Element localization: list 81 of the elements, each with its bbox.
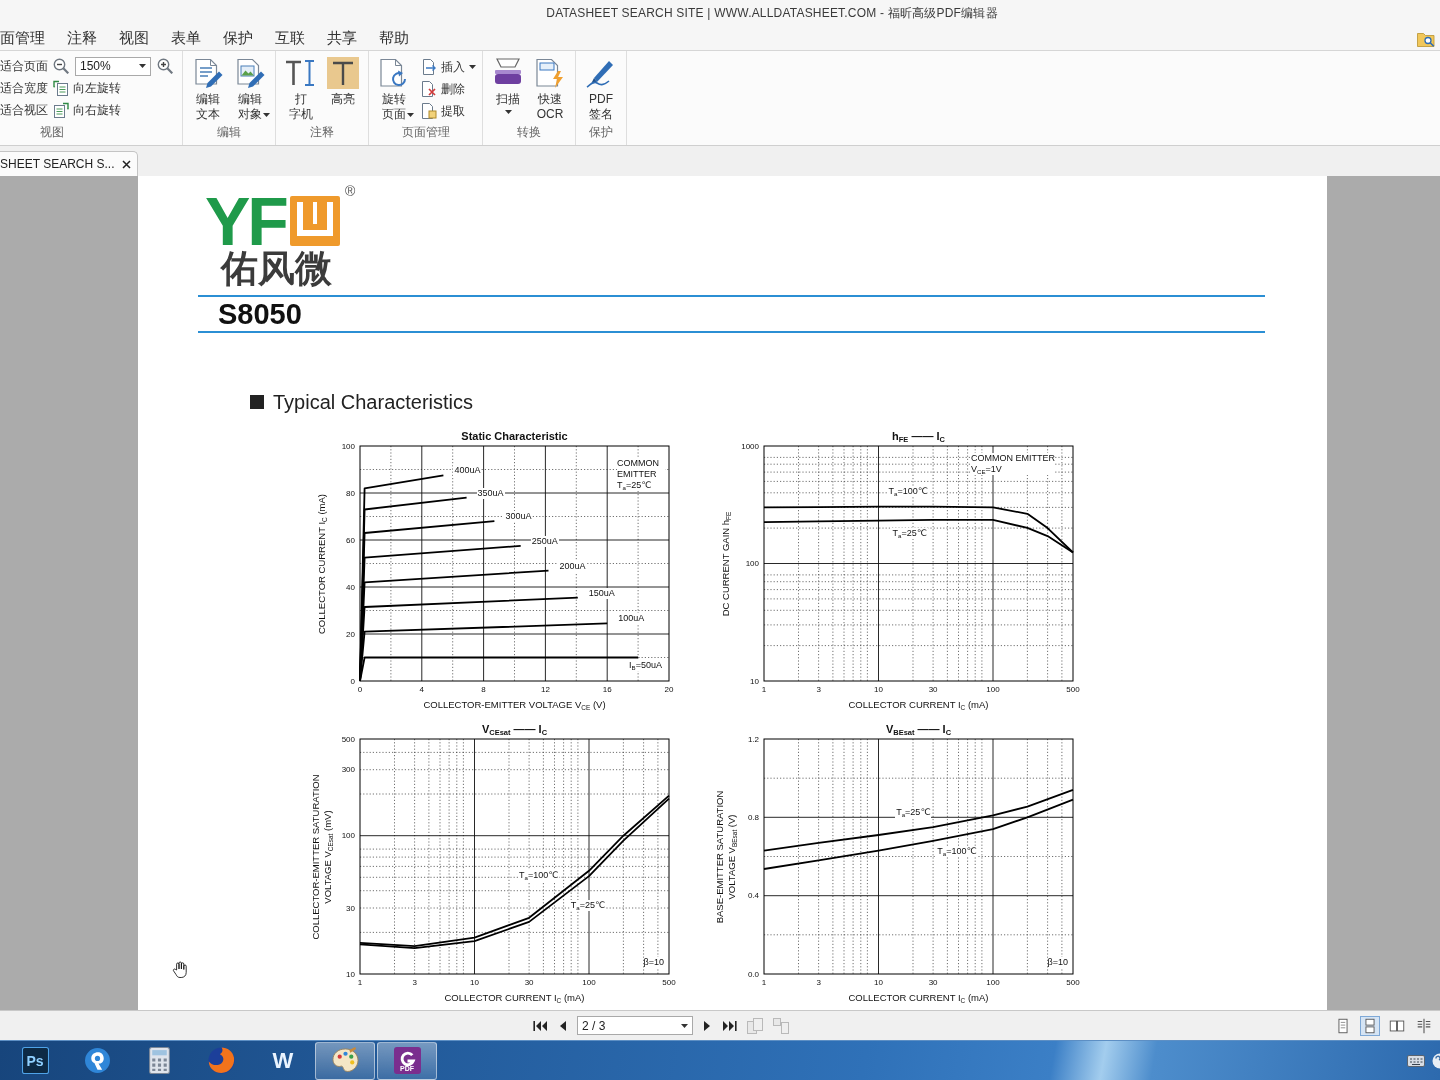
chart-title: V$_{BEsat}$ —— I$_{C}$ [884,722,953,736]
chart-annotation: β=10 [1047,957,1068,968]
curve-label: T$_{a}$=100℃ [887,486,929,498]
tick-label: 10 [874,685,883,694]
group-label: 编辑 [216,125,242,141]
tick-label: 10 [470,978,479,987]
axis-title: COLLECTOR CURRENT I$_{C}$ (mA) [847,699,990,711]
curve-label: T$_{a}$=100℃ [518,870,560,882]
tick-label: 30 [928,685,938,694]
tick-label: 500 [1066,685,1080,694]
tick-label: 30 [524,978,534,987]
chart-annotation: COMMON EMITTER [617,458,665,480]
tick-label: 60 [346,535,355,545]
tick-label: 1 [761,978,767,987]
curve-label: I$_{B}$=50uA [628,659,663,671]
tick-label: 3 [816,978,821,987]
registered-mark: ® [345,184,356,198]
tick-label: 10 [874,978,883,987]
axis-title: COLLECTOR-EMITTER VOLTAGE V$_{CE}$ (V) [422,699,607,711]
tick-label: 100 [582,978,596,987]
tick-label: 500 [341,734,355,744]
tick-label: 16 [602,685,612,694]
tick-label: 4 [419,685,425,694]
curve-label: T$_{a}$=25℃ [891,527,928,539]
axis-title: COLLECTOR CURRENT I$_{C}$ (mA) [847,992,990,1004]
chart-title: h$_{FE}$ —— I$_{C}$ [891,429,946,443]
tick-label: 80 [346,488,355,498]
tick-label: 0 [357,685,363,694]
curve-label: 150uA [587,587,616,599]
tick-label: 1000 [741,441,759,451]
window-title: DATASHEET SEARCH SITE | WWW.ALLDATASHEET.COM - 福昕高级PDF编辑器 [546,4,998,22]
tick-label: 0.4 [747,891,759,901]
logo-chinese-text: 佑风微 [221,248,333,290]
group-label: 保护 [588,125,614,141]
curve-label: 200uA [558,560,587,572]
section-heading: Typical Characteristics [273,390,474,414]
tick-label: 100 [745,559,759,568]
tick-label: 100 [986,685,1000,694]
axis-title: COLLECTOR CURRENT I$_{C}$ (mA) [443,992,586,1004]
tick-label: 3 [816,685,821,694]
tick-label: 500 [662,978,676,987]
tick-label: 0 [350,676,355,686]
chart-title: V$_{CEsat}$ —— I$_{C}$ [480,722,549,736]
tick-label: 8 [481,685,486,694]
chart-annotation: V$_{CE}$=1V [971,464,1055,475]
tick-label: 100 [341,831,355,841]
tick-label: 100 [341,441,355,451]
tick-label: 300 [341,765,355,775]
tick-label: 20 [346,629,355,639]
tick-label: 0.8 [747,812,759,822]
curve-label: 400uA [453,465,482,477]
curve-label: 250uA [530,535,559,547]
curve-label: 350uA [476,487,505,499]
tick-label: 30 [346,903,355,913]
curve-label: 100uA [617,613,646,625]
logo-text: YF [205,194,286,248]
tick-label: 10 [346,969,355,979]
chart-title: Static Characteristic [460,429,569,443]
group-label: 页面管理 [400,125,451,141]
tick-label: 1.2 [747,734,759,744]
tick-label: 3 [412,978,417,987]
group-label: 注释 [309,125,335,141]
curve-label: T$_{a}$=100℃ [936,846,978,858]
tick-label: 1 [761,685,767,694]
tick-label: 500 [1066,978,1080,987]
tick-label: 10 [750,676,759,686]
curve-label: 300uA [504,511,533,523]
group-label: 转换 [516,125,542,141]
tick-label: 12 [540,685,550,694]
tick-label: 20 [664,685,674,694]
chart-annotation: COMMON EMITTER [971,453,1055,464]
tick-label: 30 [928,978,938,987]
tick-label: 100 [986,978,1000,987]
tick-label: 1 [357,978,363,987]
part-number: S8050 [218,297,302,331]
group-label: 视图 [39,125,65,141]
curve-label: T$_{a}$=25℃ [895,807,932,819]
curve-label: T$_{a}$=25℃ [569,900,607,912]
chart-annotation: β=10 [643,957,664,968]
tick-label: 40 [346,582,355,592]
tick-label: 0.0 [747,969,759,979]
